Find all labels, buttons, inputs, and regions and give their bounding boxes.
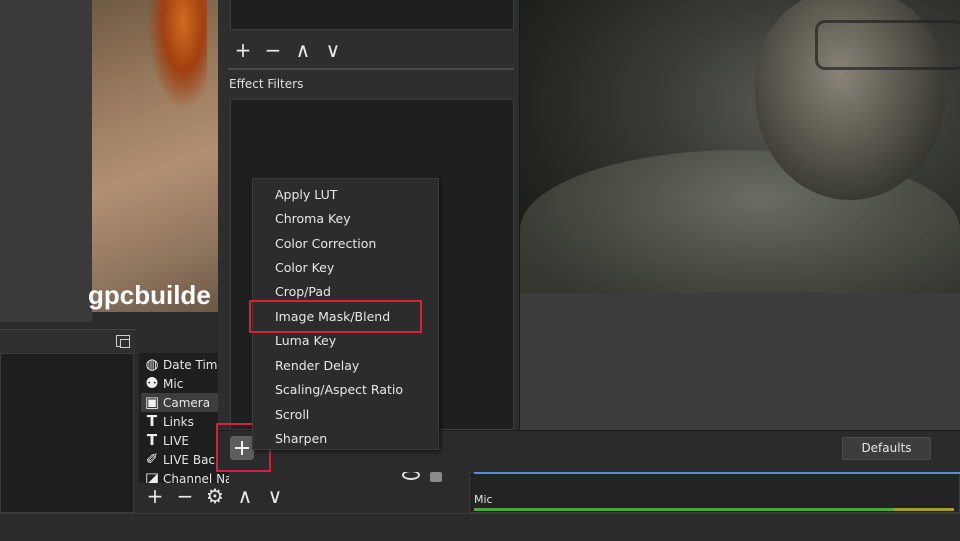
source-item[interactable]: ◍ Date Tim [141, 355, 229, 374]
camera-icon: ▣ [144, 393, 160, 411]
lock-icon[interactable] [430, 472, 442, 482]
move-up-button[interactable]: ∧ [234, 484, 256, 508]
menu-item-render-delay[interactable]: Render Delay [275, 356, 359, 376]
status-bar [0, 513, 960, 541]
filter-properties-area [520, 293, 960, 430]
menu-item-color-correction[interactable]: Color Correction [275, 234, 376, 254]
remove-audio-filter-button[interactable]: − [262, 38, 284, 62]
audio-filters-toolbar: + − ∧ ∨ [232, 38, 344, 62]
move-down-button[interactable]: ∨ [264, 484, 286, 508]
preview-background [0, 0, 92, 322]
stream-preview [92, 0, 218, 312]
menu-item-crop-pad[interactable]: Crop/Pad [275, 282, 331, 302]
add-source-button[interactable]: + [144, 484, 166, 508]
preview-watermark-text: gpcbuilde [88, 280, 211, 310]
camera-preview [520, 0, 960, 293]
move-up-button[interactable]: ∧ [292, 38, 314, 62]
source-label: Mic [163, 377, 184, 391]
gear-icon[interactable]: ⚙ [204, 484, 226, 508]
menu-item-sharpen[interactable]: Sharpen [275, 429, 327, 449]
sources-toolbar: + − ⚙ ∧ ∨ [144, 484, 286, 508]
image-icon: ◪ [144, 469, 160, 483]
menu-item-luma-key[interactable]: Luma Key [275, 331, 336, 351]
menu-item-scaling-aspect-ratio[interactable]: Scaling/Aspect Ratio [275, 380, 403, 400]
volume-meter [474, 508, 894, 511]
source-label: Links [163, 415, 194, 429]
undock-icon[interactable] [116, 335, 130, 348]
mixer-accent-line [474, 472, 960, 474]
menu-item-apply-lut[interactable]: Apply LUT [275, 185, 337, 205]
volume-meter-peak [894, 508, 954, 511]
splitter[interactable] [228, 68, 514, 70]
text-icon: T [146, 431, 158, 449]
source-label: Channel Name [163, 472, 229, 483]
menu-item-highlight [249, 300, 422, 333]
text-icon: T [146, 412, 158, 430]
mixer-channel-label: Mic [474, 493, 493, 506]
source-label: Camera [163, 396, 211, 410]
source-label: Date Tim [163, 358, 218, 372]
globe-icon: ◍ [145, 355, 159, 373]
microphone-icon: ⚉ [145, 374, 159, 392]
audio-filters-list[interactable] [230, 0, 514, 30]
menu-item-color-key[interactable]: Color Key [275, 258, 334, 278]
remove-source-button[interactable]: − [174, 484, 196, 508]
audio-mixer [469, 472, 960, 513]
source-item[interactable]: ⚉ Mic [141, 374, 229, 393]
source-label: LIVE [163, 434, 190, 448]
defaults-button[interactable]: Defaults [842, 437, 931, 460]
menu-item-scroll[interactable]: Scroll [275, 405, 309, 425]
add-audio-filter-button[interactable]: + [232, 38, 254, 62]
scenes-list[interactable] [0, 353, 134, 513]
source-label: LIVE Bac [163, 453, 216, 467]
move-down-button[interactable]: ∨ [322, 38, 344, 62]
menu-item-chroma-key[interactable]: Chroma Key [275, 209, 351, 229]
source-item-selected[interactable]: ▣ Camera [141, 393, 229, 412]
effect-filters-label: Effect Filters [229, 77, 304, 91]
brush-icon: ✐ [145, 450, 159, 468]
